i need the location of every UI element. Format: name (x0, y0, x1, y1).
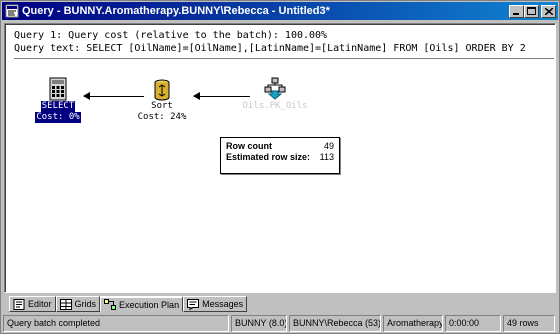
messages-icon (187, 298, 200, 310)
tooltip-row: Row count 49 (226, 141, 334, 152)
plan-node-title: Oils.PK_Oils (242, 101, 308, 111)
plan-node-cost: Cost: 0% (35, 112, 81, 123)
plan-node-title: Sort (151, 101, 173, 111)
tab-label: Editor (28, 299, 52, 309)
select-icon (49, 77, 67, 101)
query-text-line: Query text: SELECT [OilName]=[OilName],[… (14, 43, 526, 54)
tab-messages[interactable]: Messages (183, 296, 248, 312)
sort-icon (154, 79, 170, 101)
plan-node-cost: Cost: 24% (137, 112, 187, 122)
minimize-icon (512, 12, 519, 15)
tab-label: Messages (202, 299, 244, 309)
status-bar: Query batch completed BUNNY (8.0) BUNNY\… (3, 315, 557, 332)
status-server: BUNNY (8.0) (231, 315, 287, 332)
clustered-index-scan-icon (264, 77, 286, 100)
grids-icon (59, 298, 72, 310)
plan-node-title: SELECT (40, 101, 76, 112)
plan-node-tooltip: Row count 49 Estimated row size: 113 (220, 137, 340, 174)
tooltip-row: Estimated row size: 113 (226, 152, 334, 163)
plan-node-clustered-index-scan[interactable]: Oils.PK_Oils (238, 77, 312, 112)
tab-label: Grids (74, 299, 97, 309)
close-button[interactable] (541, 4, 556, 18)
tab-editor[interactable]: Editor (9, 296, 56, 312)
query-cost-header: Query 1: Query cost (relative to the bat… (14, 29, 554, 59)
status-time: 0:00:00 (445, 315, 501, 332)
execution-plan-icon (104, 299, 117, 310)
query-cost-line: Query 1: Query cost (relative to the bat… (14, 30, 328, 41)
results-tabs: Editor Grids Execution Plan Messages (9, 296, 248, 312)
status-message: Query batch completed (3, 315, 229, 332)
tab-grids[interactable]: Grids (55, 296, 101, 312)
title-bar[interactable]: Query - BUNNY.Aromatherapy.BUNNY\Rebecca… (2, 2, 558, 20)
tooltip-value: 49 (323, 141, 334, 151)
tab-execution-plan[interactable]: Execution Plan (100, 296, 184, 312)
maximize-icon (527, 7, 536, 15)
window-title: Query - BUNNY.Aromatherapy.BUNNY\Rebecca… (22, 5, 330, 17)
tooltip-label: Row count (226, 141, 272, 151)
minimize-button[interactable] (509, 4, 524, 18)
maximize-button[interactable] (524, 4, 539, 18)
status-database: Aromatherapy (383, 315, 443, 332)
tooltip-label: Estimated row size: (226, 152, 311, 162)
status-rows: 49 rows (503, 315, 555, 332)
tab-label: Execution Plan (119, 299, 180, 310)
plan-node-sort[interactable]: Sort Cost: 24% (134, 79, 190, 123)
query-window-icon (5, 4, 19, 18)
status-user: BUNNY\Rebecca (53) (289, 315, 381, 332)
plan-node-select[interactable]: SELECT Cost: 0% (30, 77, 86, 123)
query-window: Query - BUNNY.Aromatherapy.BUNNY\Rebecca… (0, 0, 560, 334)
execution-plan-pane[interactable]: Query 1: Query cost (relative to the bat… (4, 23, 556, 293)
tooltip-value: 113 (319, 152, 334, 162)
close-icon (544, 7, 553, 15)
editor-icon (13, 298, 25, 310)
